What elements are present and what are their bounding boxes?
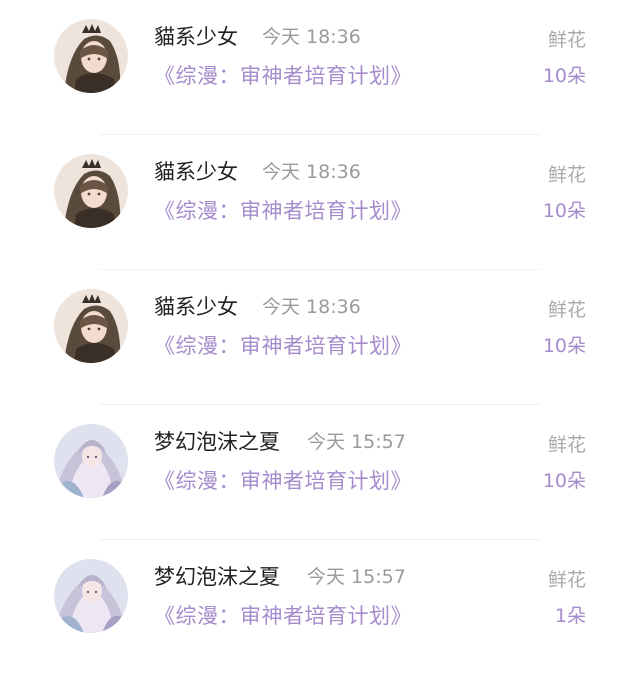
list-item[interactable]: 貓系少女 今天 18:36 《综漫：审神者培育计划》 鲜花 10朵 bbox=[0, 270, 640, 405]
username[interactable]: 梦幻泡沫之夏 bbox=[154, 563, 280, 591]
gift-count: 1朵 bbox=[554, 605, 586, 627]
gift-count: 10朵 bbox=[542, 65, 586, 87]
girl-veil-avatar-icon[interactable] bbox=[54, 154, 128, 228]
username[interactable]: 梦幻泡沫之夏 bbox=[154, 428, 280, 456]
gift-count: 10朵 bbox=[542, 200, 586, 222]
book-title-link[interactable]: 《综漫：审神者培育计划》 bbox=[154, 62, 412, 90]
timestamp: 今天 15:57 bbox=[307, 431, 406, 453]
gift-count: 10朵 bbox=[542, 335, 586, 357]
list-item[interactable]: 貓系少女 今天 18:36 《综漫：审神者培育计划》 鲜花 10朵 bbox=[0, 135, 640, 270]
book-title-link[interactable]: 《综漫：审神者培育计划》 bbox=[154, 197, 412, 225]
timestamp: 今天 18:36 bbox=[262, 26, 361, 48]
book-title-link[interactable]: 《综漫：审神者培育计划》 bbox=[154, 332, 412, 360]
username[interactable]: 貓系少女 bbox=[154, 293, 238, 321]
timestamp: 今天 18:36 bbox=[262, 296, 361, 318]
book-title-link[interactable]: 《综漫：审神者培育计划》 bbox=[154, 602, 412, 630]
gift-type: 鲜花 bbox=[547, 29, 586, 51]
gift-count: 10朵 bbox=[542, 470, 586, 492]
fantasy-girl-avatar-icon[interactable] bbox=[54, 424, 128, 498]
list-item[interactable]: 梦幻泡沫之夏 今天 15:57 《综漫：审神者培育计划》 鲜花 1朵 bbox=[0, 540, 640, 675]
gift-type: 鲜花 bbox=[547, 569, 586, 591]
list-item[interactable]: 梦幻泡沫之夏 今天 15:57 《综漫：审神者培育计划》 鲜花 10朵 bbox=[0, 405, 640, 540]
girl-veil-avatar-icon[interactable] bbox=[54, 289, 128, 363]
gift-type: 鲜花 bbox=[547, 164, 586, 186]
timestamp: 今天 15:57 bbox=[307, 566, 406, 588]
girl-veil-avatar-icon[interactable] bbox=[54, 19, 128, 93]
fantasy-girl-avatar-icon[interactable] bbox=[54, 559, 128, 633]
timestamp: 今天 18:36 bbox=[262, 161, 361, 183]
list-item[interactable]: 貓系少女 今天 18:36 《综漫：审神者培育计划》 鲜花 10朵 bbox=[0, 0, 640, 135]
username[interactable]: 貓系少女 bbox=[154, 158, 238, 186]
gift-type: 鲜花 bbox=[547, 299, 586, 321]
gift-type: 鲜花 bbox=[547, 434, 586, 456]
book-title-link[interactable]: 《综漫：审神者培育计划》 bbox=[154, 467, 412, 495]
username[interactable]: 貓系少女 bbox=[154, 23, 238, 51]
